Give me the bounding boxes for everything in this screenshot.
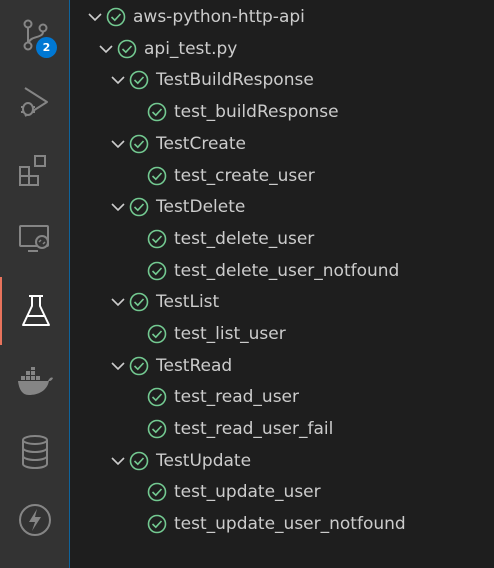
tree-item-label: test_create_user — [174, 166, 315, 186]
tree-item-label: test_update_user — [174, 482, 321, 502]
test-passed-icon — [129, 70, 149, 90]
test-passed-icon — [147, 261, 167, 281]
test-passed-icon — [147, 419, 167, 439]
tree-item-label: test_buildResponse — [174, 102, 339, 122]
tree-class[interactable]: TestCreate — [70, 128, 494, 160]
chevron-down-icon[interactable] — [87, 9, 103, 25]
tree-item-label: test_delete_user — [174, 229, 315, 249]
tree-item-label: TestCreate — [156, 134, 246, 154]
test-passed-icon — [147, 229, 167, 249]
tree-item-label: test_delete_user_notfound — [174, 261, 400, 281]
tree-item-label: aws-python-http-api — [133, 7, 305, 27]
tree-test[interactable]: test_delete_user_notfound — [70, 255, 494, 287]
database-button[interactable] — [0, 418, 69, 486]
chevron-down-icon[interactable] — [110, 136, 126, 152]
test-passed-icon — [117, 39, 137, 59]
activity-bar: 2 — [0, 0, 69, 568]
tree-test[interactable]: test_delete_user — [70, 223, 494, 255]
tree-class[interactable]: TestList — [70, 286, 494, 318]
tree-item-label: test_read_user_fail — [174, 419, 334, 439]
database-icon — [21, 435, 48, 470]
test-passed-icon — [147, 514, 167, 534]
flask-icon — [21, 295, 50, 326]
test-passed-icon — [129, 451, 149, 471]
tree-item-label: TestRead — [156, 356, 233, 376]
tree-test[interactable]: test_buildResponse — [70, 96, 494, 128]
remote-explorer-button[interactable] — [0, 204, 69, 272]
run-debug-button[interactable] — [0, 68, 69, 136]
remote-explorer-icon — [18, 225, 49, 252]
tree-file[interactable]: api_test.py — [70, 33, 494, 65]
test-passed-icon — [147, 387, 167, 407]
tree-item-label: test_list_user — [174, 324, 286, 344]
tree-test[interactable]: test_update_user — [70, 476, 494, 508]
test-passed-icon — [129, 356, 149, 376]
source-control-badge: 2 — [36, 37, 57, 58]
tree-item-label: test_update_user_notfound — [174, 514, 406, 534]
test-passed-icon — [106, 7, 126, 27]
docker-icon — [17, 367, 53, 395]
test-explorer-tree: aws-python-http-api api_test.py TestBuildR… — [70, 0, 494, 568]
chevron-down-icon[interactable] — [110, 72, 126, 88]
extensions-button[interactable] — [0, 136, 69, 204]
tree-class[interactable]: TestUpdate — [70, 445, 494, 477]
tree-test[interactable]: test_list_user — [70, 318, 494, 350]
test-passed-icon — [147, 166, 167, 186]
chevron-down-icon[interactable] — [110, 199, 126, 215]
tree-test[interactable]: test_update_user_notfound — [70, 508, 494, 540]
source-control-button[interactable]: 2 — [0, 0, 69, 68]
test-passed-icon — [147, 102, 167, 122]
extensions-icon — [18, 155, 46, 186]
chevron-down-icon[interactable] — [110, 294, 126, 310]
test-passed-icon — [147, 324, 167, 344]
tree-test[interactable]: test_read_user_fail — [70, 413, 494, 445]
tree-item-label: TestDelete — [156, 197, 246, 217]
lightning-icon — [18, 504, 51, 536]
tree-root[interactable]: aws-python-http-api — [70, 1, 494, 33]
testing-button[interactable] — [0, 277, 69, 345]
tree-class[interactable]: TestRead — [70, 350, 494, 382]
test-passed-icon — [129, 134, 149, 154]
lightning-button[interactable] — [0, 486, 69, 554]
test-passed-icon — [129, 292, 149, 312]
docker-button[interactable] — [0, 348, 69, 416]
tree-item-label: TestBuildResponse — [156, 70, 314, 90]
tree-test[interactable]: test_create_user — [70, 160, 494, 192]
tree-item-label: test_read_user — [174, 387, 300, 407]
tree-item-label: TestUpdate — [156, 451, 252, 471]
tree-test[interactable]: test_read_user — [70, 381, 494, 413]
tree-class[interactable]: TestBuildResponse — [70, 64, 494, 96]
test-passed-icon — [147, 482, 167, 502]
tree-class[interactable]: TestDelete — [70, 191, 494, 223]
test-passed-icon — [129, 197, 149, 217]
chevron-down-icon[interactable] — [98, 41, 114, 57]
run-debug-icon — [20, 87, 48, 117]
chevron-down-icon[interactable] — [110, 358, 126, 374]
tree-item-label: TestList — [156, 292, 220, 312]
chevron-down-icon[interactable] — [110, 453, 126, 469]
tree-item-label: api_test.py — [144, 39, 238, 59]
